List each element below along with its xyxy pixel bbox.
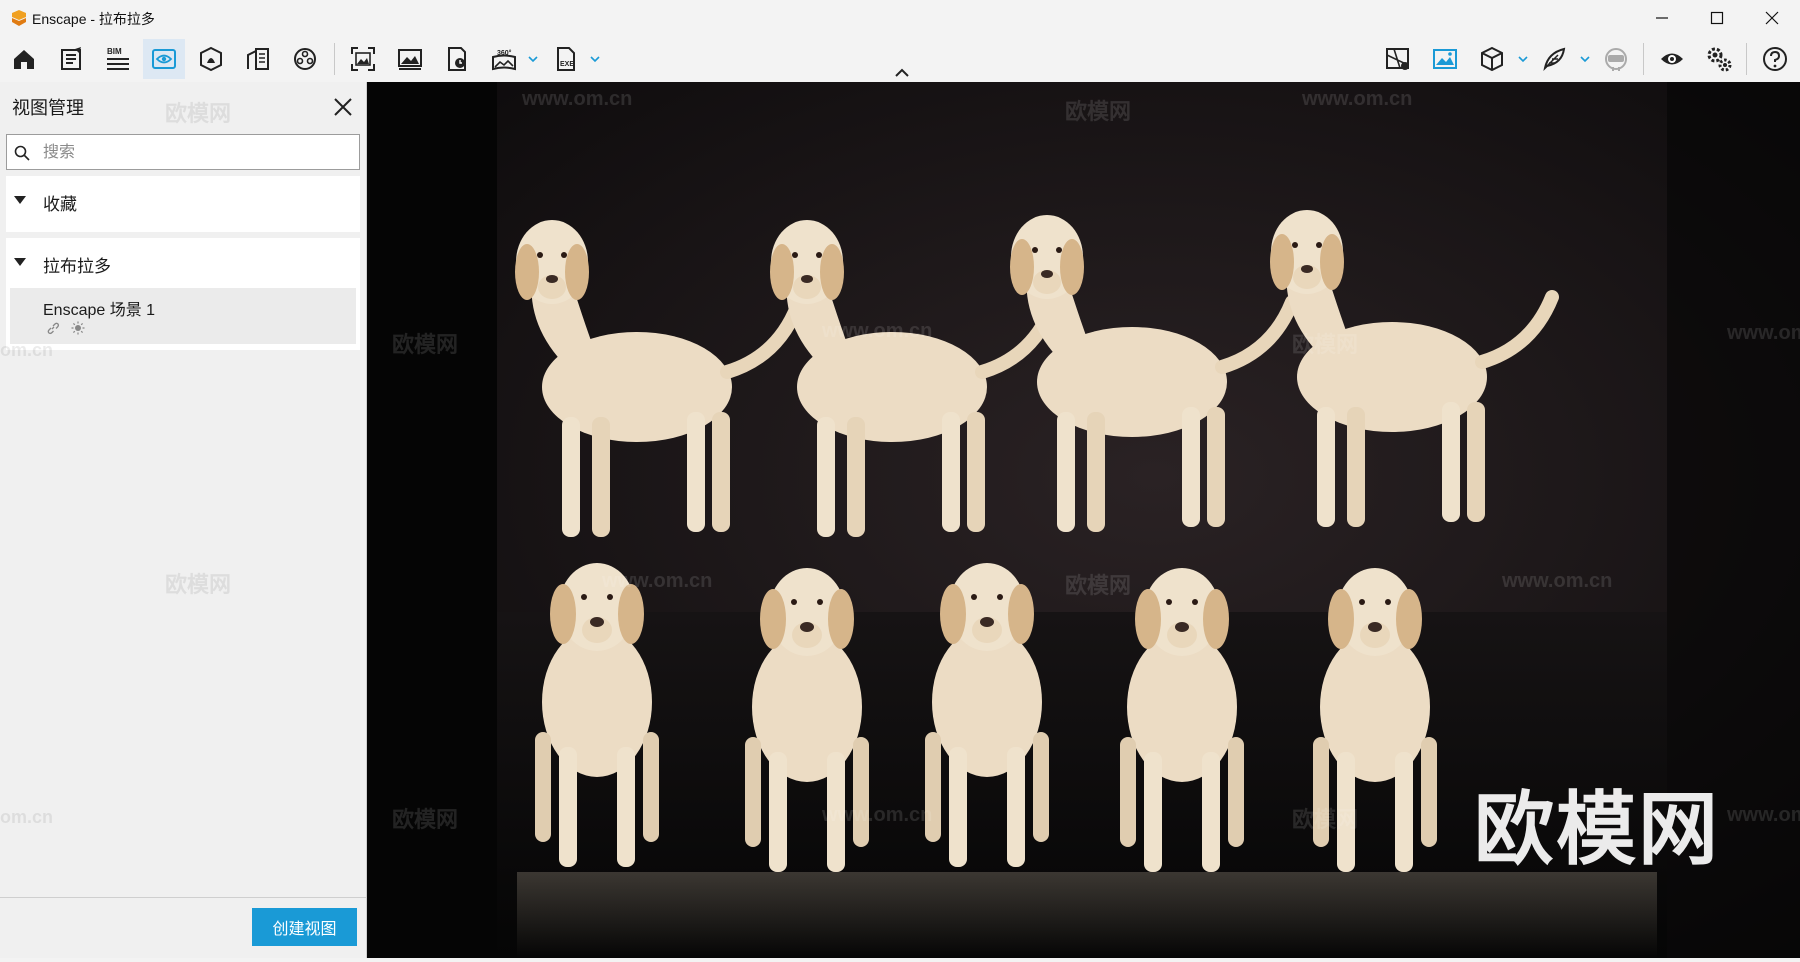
panel-title: 视图管理 [12, 98, 84, 118]
home-icon [14, 50, 34, 69]
help-button[interactable] [1754, 39, 1796, 79]
maximize-button[interactable] [1690, 0, 1744, 36]
search-icon [14, 145, 30, 161]
close-icon [1765, 11, 1779, 25]
image-export-icon [398, 49, 422, 70]
cube-button[interactable] [1471, 39, 1513, 79]
view-name: Enscape 场景 1 [43, 302, 156, 319]
chevron-down-icon [528, 56, 538, 63]
panorama-dropdown[interactable] [526, 49, 540, 69]
exe-export-icon: EXE [557, 47, 575, 71]
notes-button[interactable] [50, 39, 92, 79]
help-icon [1763, 47, 1787, 71]
building-button[interactable] [237, 39, 279, 79]
panel-footer-divider [0, 897, 366, 898]
toolbar-separator [1746, 43, 1747, 75]
exe-dropdown[interactable] [588, 49, 602, 69]
close-panel-icon[interactable] [330, 94, 356, 120]
exe-export-button[interactable]: EXE [545, 39, 587, 79]
view-management-panel: 视图管理 收藏 拉布拉多 Enscape 场景 1 欧模网 欧模网 om.cn … [0, 82, 367, 958]
image-export-button[interactable] [389, 39, 431, 79]
batch-render-icon [448, 47, 466, 71]
maximize-icon [1710, 11, 1724, 25]
collapse-toolbar-icon[interactable] [893, 66, 911, 80]
material-button[interactable] [284, 39, 326, 79]
chevron-down-icon [1580, 56, 1590, 63]
link-icon [47, 322, 60, 335]
caret-down-icon [14, 196, 26, 204]
search-input[interactable] [41, 139, 355, 167]
settings-icon [1707, 47, 1732, 72]
bim-button[interactable]: BIM [97, 39, 139, 79]
material-icon [294, 48, 316, 70]
group-header[interactable]: 拉布拉多 [6, 238, 360, 286]
settings-button[interactable] [1698, 39, 1740, 79]
vr-headset-button[interactable] [1595, 39, 1637, 79]
vr-headset-icon [1605, 48, 1627, 71]
minimize-icon [1656, 17, 1668, 19]
panel-watermark: 欧模网 [165, 572, 232, 597]
group-section: 拉布拉多 Enscape 场景 1 [6, 238, 360, 350]
chevron-down-icon [590, 56, 600, 63]
favorites-header[interactable]: 收藏 [6, 176, 360, 224]
building-icon [247, 48, 269, 70]
view-management-button[interactable] [143, 39, 185, 79]
sun-icon [71, 321, 85, 335]
cube-icon [1481, 46, 1503, 72]
bim-text: BIM [107, 47, 122, 56]
feather-button[interactable] [1533, 39, 1575, 79]
toolbar-separator [1643, 43, 1644, 75]
home-button[interactable] [3, 39, 45, 79]
batch-render-button[interactable] [436, 39, 478, 79]
exe-text: EXE [560, 61, 574, 68]
map-button[interactable] [1377, 39, 1419, 79]
visual-settings-icon [1433, 49, 1457, 69]
panorama-360-icon: 360° [492, 49, 516, 71]
asset-library-button[interactable] [190, 39, 232, 79]
map-icon [1386, 48, 1409, 70]
view-list-item[interactable]: Enscape 场景 1 [10, 288, 356, 344]
caret-down-icon [14, 258, 26, 266]
bim-icon: BIM [107, 47, 129, 70]
panel-watermark-url: om.cn [0, 807, 54, 827]
favorites-section: 收藏 [6, 176, 360, 232]
toolbar-separator [334, 43, 335, 75]
search-field [6, 134, 360, 170]
eye-button[interactable] [1651, 39, 1693, 79]
visual-settings-button[interactable] [1424, 39, 1466, 79]
screenshot-button[interactable] [342, 39, 384, 79]
create-view-button[interactable]: 创建视图 [252, 908, 357, 946]
screenshot-icon [351, 47, 375, 71]
cube-dropdown[interactable] [1516, 49, 1530, 69]
group-label: 拉布拉多 [43, 257, 111, 276]
panorama-button[interactable]: 360° [483, 39, 525, 79]
window-title: Enscape - 拉布拉多 [32, 11, 155, 27]
notes-icon [61, 47, 81, 70]
panel-watermark: 欧模网 [165, 101, 232, 126]
minimize-button[interactable] [1635, 0, 1689, 36]
favorites-label: 收藏 [43, 195, 77, 214]
view-management-icon [152, 49, 176, 69]
eye-icon [1661, 53, 1683, 65]
feather-dropdown[interactable] [1578, 49, 1592, 69]
asset-library-icon [200, 46, 222, 72]
enscape-logo-icon [12, 10, 26, 26]
feather-icon [1543, 47, 1566, 72]
chevron-down-icon [1518, 56, 1528, 63]
close-window-button[interactable] [1745, 0, 1799, 36]
big-watermark: 欧模网 [1474, 785, 1720, 874]
title-bar: Enscape - 拉布拉多 [0, 0, 1800, 36]
